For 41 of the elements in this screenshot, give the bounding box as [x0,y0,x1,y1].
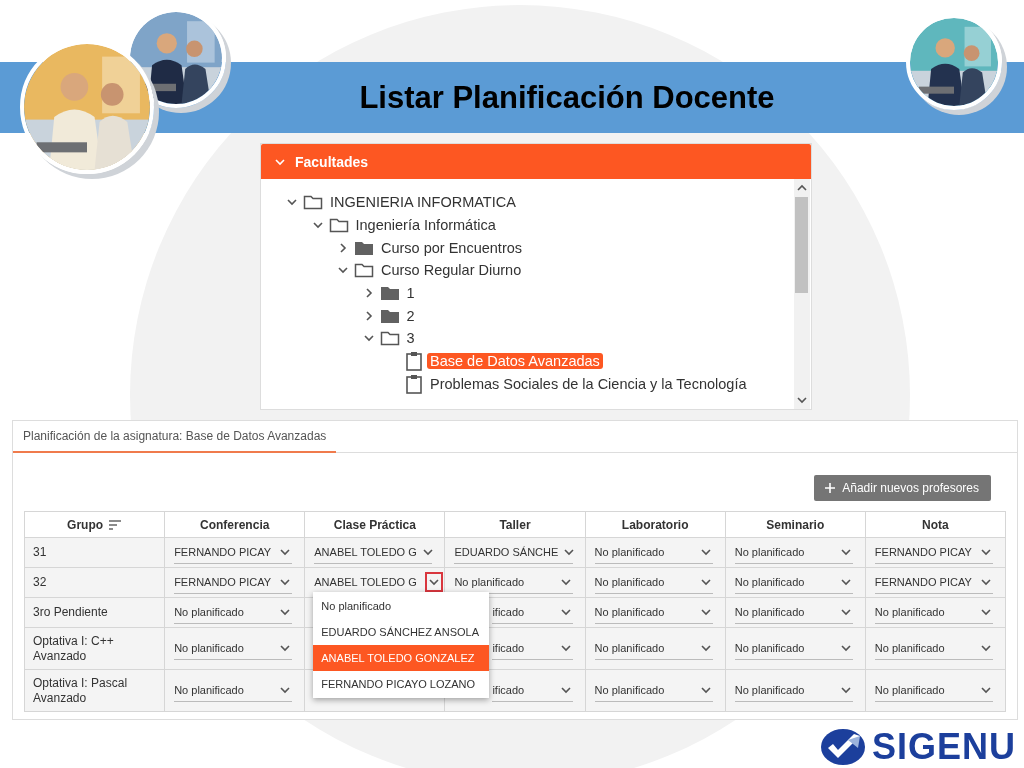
checkmark-logo-icon [819,728,866,766]
folder-icon [354,239,374,256]
column-header: Conferencia [200,517,270,532]
column-header: Taller [499,517,531,532]
group-name: Optativa I: Pascal Avanzado [32,675,129,706]
slide-title: Listar Planificación Docente [359,79,775,116]
folder-icon [379,285,400,302]
group-name: 3ro Pendiente [32,605,109,620]
group-name: 32 [32,575,48,590]
column-header: Clase Práctica [333,517,416,532]
clipboard-icon [405,351,423,372]
panel-title: Facultades [295,153,369,170]
column-header: Seminario [766,517,825,532]
menu-option[interactable]: FERNANDO PICAYO LOZANO [313,671,490,697]
folder-icon [354,262,374,279]
column-header: Grupo [67,517,104,532]
menu-option[interactable]: No planificado [313,593,490,619]
folder-icon [379,307,400,324]
folder-icon [379,330,400,347]
tree-item[interactable]: 1 [403,285,418,302]
tree-item[interactable]: 3 [403,330,418,347]
chevron-icon[interactable] [425,572,444,592]
add-teachers-button[interactable]: Añadir nuevos profesores [814,475,991,501]
sort-icon[interactable] [108,518,123,531]
group-name: Optativa I: C++ Avanzado [32,633,115,664]
tree-item[interactable]: Problemas Sociales de la Ciencia y la Tecnología [427,375,750,392]
folder-icon [328,217,349,234]
tree-item[interactable]: 2 [403,307,418,324]
clipboard-icon [405,373,423,394]
column-header: Nota [922,517,949,532]
logo-text: SIGENU [871,726,1016,768]
group-name: 31 [32,545,48,560]
scrollbar[interactable] [794,179,810,409]
folder-icon [303,194,323,211]
plus-icon [824,482,837,494]
tree-item[interactable]: Curso por Encuentros [378,239,526,256]
tree-item[interactable]: INGENIERIA INFORMATICA [327,194,519,211]
menu-option[interactable]: EDUARDO SÁNCHEZ ANSOLA [313,619,490,645]
column-header: Laboratorio [621,517,689,532]
tree-item[interactable]: Curso Regular Diurno [378,262,525,279]
tree-item[interactable]: Ingeniería Informática [352,217,499,234]
